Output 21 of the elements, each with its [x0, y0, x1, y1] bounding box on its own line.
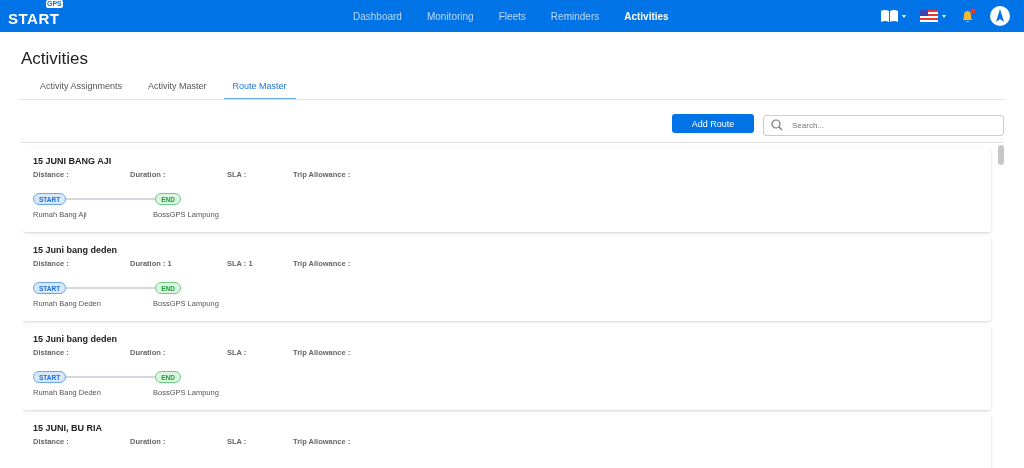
nav-link[interactable]: Dashboard [353, 10, 402, 22]
search-icon [771, 119, 783, 131]
tab[interactable]: Activity Assignments [31, 77, 132, 99]
nav-link[interactable]: Reminders [550, 10, 600, 22]
book-dropdown-icon[interactable] [880, 9, 906, 23]
search-field[interactable]: Search... [763, 115, 1004, 136]
nav-link[interactable]: Fleets [498, 10, 526, 22]
nav-link[interactable]: Activities [624, 10, 669, 22]
tab[interactable]: Activity Master [139, 77, 216, 99]
logo-text[interactable]: START [8, 9, 60, 27]
bell-icon[interactable] [960, 8, 976, 24]
tab[interactable]: Route Master [223, 77, 296, 99]
flag-dropdown-icon[interactable] [920, 9, 946, 23]
add-route-button[interactable]: Add Route [672, 114, 754, 133]
nav-link[interactable]: Monitoring [426, 10, 474, 22]
route-name: 15 Juni bang deden [33, 334, 118, 344]
route-name: 15 JUNI, BU RIA [33, 423, 104, 433]
page-title: Activities [21, 49, 90, 69]
avatar-icon[interactable] [990, 6, 1010, 26]
route-name: 15 Juni bang deden [33, 245, 118, 255]
route-name: 15 JUNI BANG AJI [33, 156, 113, 166]
